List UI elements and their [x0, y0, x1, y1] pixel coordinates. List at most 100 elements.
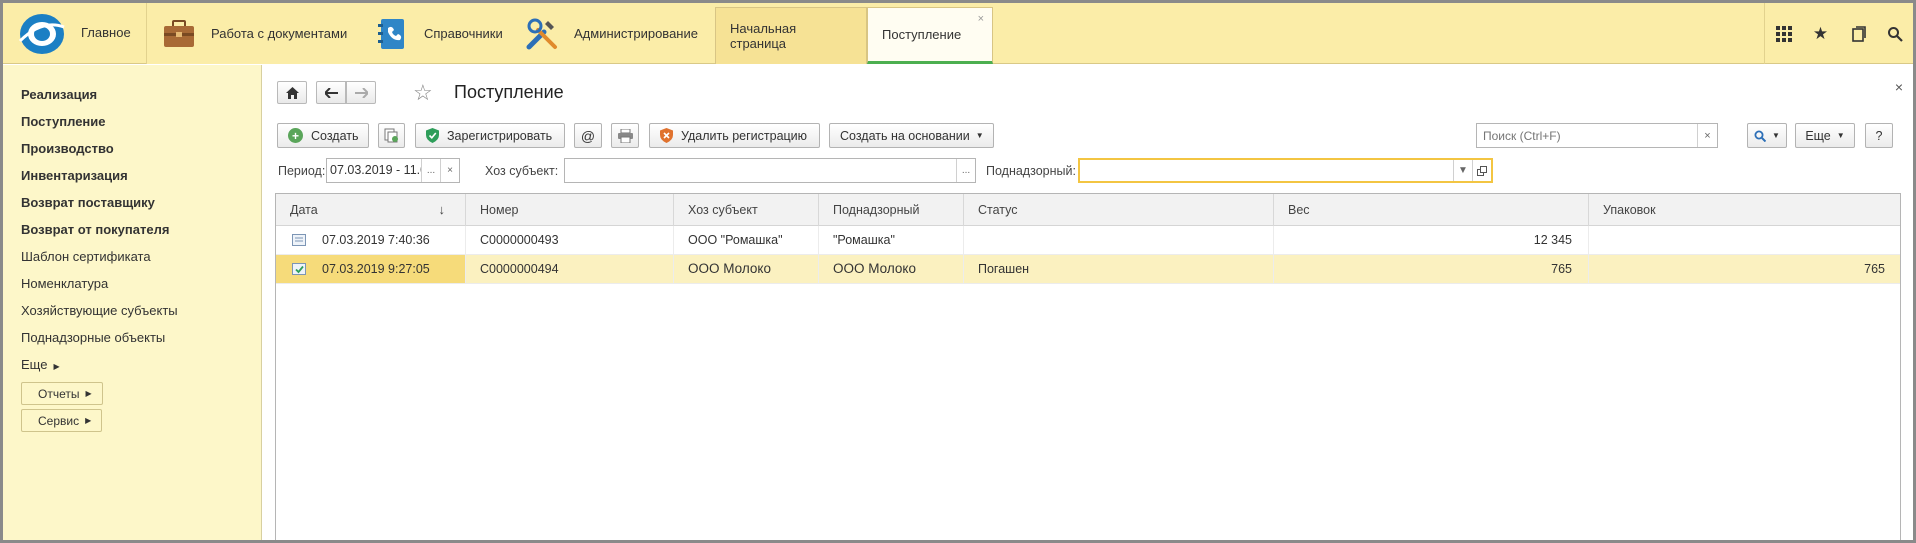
period-label: Период: [278, 164, 326, 178]
service-button-label: Сервис [38, 413, 80, 428]
home-icon [285, 86, 299, 99]
sidebar-item-inventory[interactable]: Инвентаризация [21, 168, 128, 183]
sidebar-item-receipts[interactable]: Поступление [21, 114, 106, 129]
cell-number: С0000000493 [466, 226, 674, 254]
close-form-icon[interactable]: × [1895, 79, 1903, 95]
receipts-form: × ☆ Поступление + Создать Зарегистрирова… [263, 65, 1913, 540]
column-header-date-label: Дата [290, 203, 318, 217]
cell-weight: 765 [1274, 255, 1589, 283]
help-icon: ? [1875, 128, 1883, 143]
reports-button[interactable]: Отчеты ▶ [21, 382, 103, 405]
section-administration[interactable]: Администрирование [510, 3, 716, 64]
period-value[interactable]: 07.03.2019 - 11.03.2019 [327, 159, 421, 182]
document-posted-icon [292, 263, 306, 275]
shield-check-icon [426, 128, 439, 143]
column-header-supervised[interactable]: Поднадзорный [819, 194, 964, 226]
section-documents-label: Работа с документами [211, 26, 348, 41]
section-references-label: Справочники [424, 26, 503, 41]
business-entity-field[interactable]: ... [564, 158, 976, 183]
star-icon[interactable]: ★ [1802, 3, 1839, 64]
supervised-field[interactable]: ▼ [1078, 158, 1493, 183]
arrow-left-icon [324, 87, 338, 98]
supervised-value[interactable] [1080, 160, 1453, 181]
create-button[interactable]: + Создать [277, 123, 369, 148]
delete-registration-button-label: Удалить регистрацию [681, 128, 808, 143]
print-button[interactable] [611, 123, 639, 148]
section-panel: Реализация Поступление Производство Инве… [3, 65, 262, 540]
history-icon[interactable] [1839, 3, 1876, 64]
sidebar-item-business-entities[interactable]: Хозяйствующие субъекты [21, 303, 178, 318]
cell-business-entity: ООО "Ромашка" [674, 226, 819, 254]
table-row[interactable]: 07.03.2019 7:40:36 С0000000493 ООО "Рома… [276, 226, 1900, 255]
sidebar-item-return-to-supplier[interactable]: Возврат поставщику [21, 195, 155, 210]
favorite-star-icon[interactable]: ☆ [413, 80, 433, 106]
shield-cross-icon [660, 128, 673, 143]
open-window-icon[interactable] [1472, 160, 1491, 181]
cell-status: Погашен [964, 255, 1274, 283]
column-header-weight[interactable]: Вес [1274, 194, 1589, 226]
sidebar-item-sales[interactable]: Реализация [21, 87, 97, 102]
column-header-business-entity[interactable]: Хоз субъект [674, 194, 819, 226]
search-input[interactable] [1477, 124, 1697, 147]
register-button-label: Зарегистрировать [447, 128, 553, 143]
forward-button[interactable] [346, 81, 376, 104]
briefcase-icon [164, 19, 194, 47]
table-row-selected[interactable]: 07.03.2019 9:27:05 С0000000494 ООО Молок… [276, 255, 1900, 284]
column-header-date[interactable]: Дата ↓ [276, 194, 466, 226]
open-tabs: Начальная страница Поступление × [715, 7, 993, 64]
sidebar-item-production[interactable]: Производство [21, 141, 114, 156]
column-header-status[interactable]: Статус [964, 194, 1274, 226]
app-logo-icon[interactable] [17, 11, 67, 57]
printer-icon [617, 128, 633, 143]
tab-receipts[interactable]: Поступление × [867, 7, 993, 64]
period-field[interactable]: 07.03.2019 - 11.03.2019 ... × [326, 158, 460, 183]
delete-registration-button[interactable]: Удалить регистрацию [649, 123, 820, 148]
copy-button[interactable] [378, 123, 405, 148]
search-options-button[interactable]: ▼ [1747, 123, 1787, 148]
clear-search-icon[interactable]: × [1697, 124, 1717, 147]
period-clear-icon[interactable]: × [440, 159, 459, 182]
sidebar-more[interactable]: Еще ▶ [21, 357, 60, 372]
more-button[interactable]: Еще ▼ [1795, 123, 1855, 148]
sidebar-item-supervised-objects[interactable]: Поднадзорные объекты [21, 330, 165, 345]
dropdown-triangle-icon: ▼ [1836, 131, 1845, 140]
supervised-dropdown-icon[interactable]: ▼ [1453, 160, 1472, 181]
period-select-button[interactable]: ... [421, 159, 440, 182]
tab-start-page-label: Начальная страница [730, 21, 797, 51]
sidebar-item-certificate-template[interactable]: Шаблон сертификата [21, 249, 151, 264]
sidebar-item-nomenclature[interactable]: Номенклатура [21, 276, 108, 291]
documents-table[interactable]: Дата ↓ Номер Хоз субъект Поднадзорный Ст… [275, 193, 1901, 540]
section-administration-label: Администрирование [574, 26, 698, 41]
service-button[interactable]: Сервис ▶ [21, 409, 103, 432]
sidebar-item-return-from-customer[interactable]: Возврат от покупателя [21, 222, 169, 237]
close-tab-icon[interactable]: × [978, 13, 984, 25]
section-references[interactable]: Справочники [360, 3, 510, 64]
back-button[interactable] [316, 81, 346, 104]
sort-descending-icon: ↓ [438, 202, 446, 217]
grid-icon[interactable] [1765, 3, 1802, 64]
column-header-packages[interactable]: Упаковок [1589, 194, 1901, 226]
search-field[interactable]: × [1476, 123, 1718, 148]
register-button[interactable]: Зарегистрировать [415, 123, 565, 148]
home-section-label[interactable]: Главное [81, 25, 131, 40]
sidebar-more-label: Еще [21, 357, 48, 372]
dropdown-triangle-icon: ▼ [1772, 131, 1780, 140]
help-button[interactable]: ? [1865, 123, 1893, 148]
arrow-right-icon [354, 87, 368, 98]
section-documents[interactable]: Работа с документами [146, 3, 360, 64]
cell-packages: 765 [1864, 262, 1885, 276]
column-header-number[interactable]: Номер [466, 194, 674, 226]
email-button[interactable]: @ [574, 123, 602, 148]
create-based-on-button-label: Создать на основании [840, 128, 970, 143]
business-entity-select-button[interactable]: ... [956, 159, 975, 182]
address-book-icon [378, 18, 404, 49]
home-button[interactable] [277, 81, 307, 104]
search-icon[interactable] [1876, 3, 1913, 64]
business-entity-value[interactable] [565, 159, 956, 182]
tab-receipts-label: Поступление [882, 27, 962, 42]
cell-number: С0000000494 [466, 255, 674, 283]
tab-start-page[interactable]: Начальная страница [715, 7, 867, 64]
triangle-right-icon: ▶ [85, 389, 92, 398]
create-based-on-button[interactable]: Создать на основании ▼ [829, 123, 994, 148]
cell-supervised: "Ромашка" [819, 226, 964, 254]
